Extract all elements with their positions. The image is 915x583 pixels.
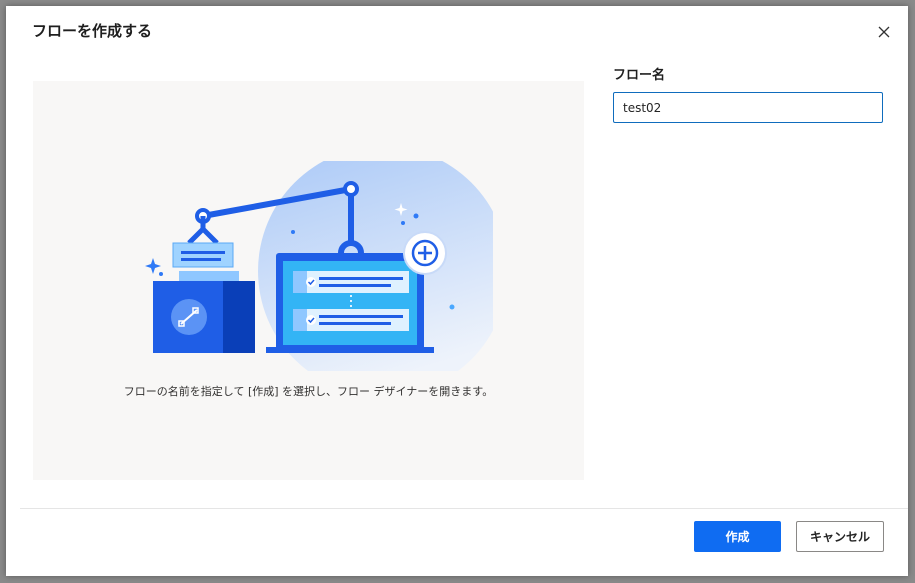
close-button[interactable] <box>872 20 896 44</box>
dialog-title: フローを作成する <box>32 22 153 40</box>
create-flow-dialog: フローを作成する フローの名前を指定して [作成] を選択し、フロー デザイナー… <box>6 6 908 576</box>
flow-name-input[interactable] <box>613 92 883 123</box>
illustration-caption: フローの名前を指定して [作成] を選択し、フロー デザイナーを開きます。 <box>123 385 494 398</box>
close-icon <box>878 26 890 38</box>
create-button[interactable]: 作成 <box>694 521 781 552</box>
illustration-panel: フローの名前を指定して [作成] を選択し、フロー デザイナーを開きます。 <box>33 81 584 480</box>
robot-arm-laptop-illustration <box>145 161 493 371</box>
footer-divider <box>20 508 908 509</box>
cancel-button[interactable]: キャンセル <box>796 521 884 552</box>
flow-name-label: フロー名 <box>613 68 666 83</box>
add-circle-icon <box>403 231 447 275</box>
